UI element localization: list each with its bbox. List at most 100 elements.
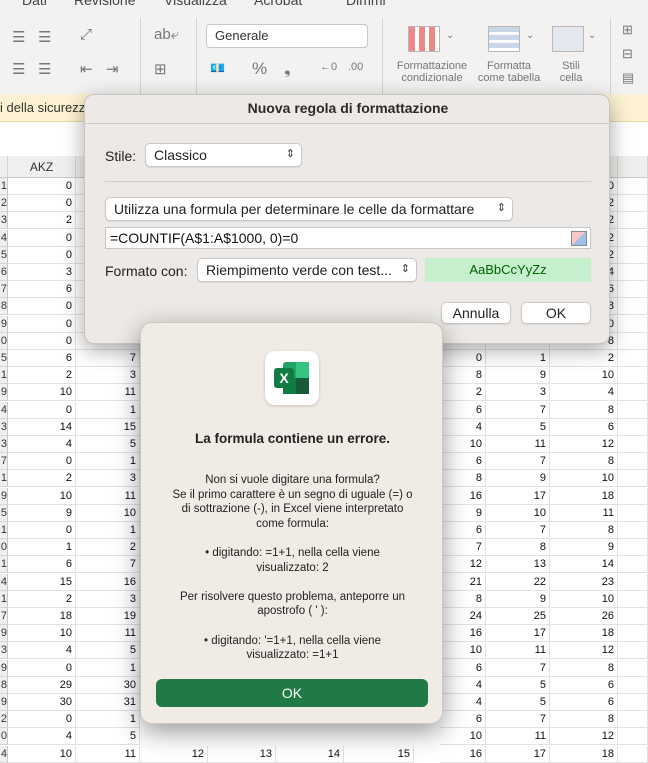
currency-icon[interactable]: 💶 [210, 61, 225, 75]
align-center-icon[interactable]: ☰ [38, 28, 51, 46]
table-cell[interactable] [618, 470, 648, 488]
table-cell[interactable]: 1 [76, 401, 140, 419]
table-cell[interactable]: 2 [8, 367, 76, 385]
table-cell[interactable]: 1 [76, 453, 140, 471]
table-cell[interactable]: 18 [550, 487, 618, 505]
menu-dimmi[interactable]: Dimmi [346, 0, 386, 8]
table-cell[interactable]: 16 [440, 487, 486, 505]
row-header[interactable]: 5 [0, 246, 8, 264]
table-cell[interactable] [618, 728, 648, 746]
format-as-table-button[interactable]: Formatta come tabella [472, 60, 546, 84]
table-cell[interactable]: 21 [440, 573, 486, 591]
row-header[interactable]: 6 [0, 264, 8, 281]
row-header[interactable]: 2 [0, 195, 8, 213]
delete-cells-icon[interactable]: ⊟ [622, 46, 633, 62]
table-cell[interactable]: 6 [550, 694, 618, 711]
table-cell[interactable]: 11 [486, 642, 550, 660]
table-cell[interactable]: 11 [486, 436, 550, 453]
row-header[interactable]: 9 [0, 384, 8, 402]
table-cell[interactable] [618, 676, 648, 694]
row-header[interactable]: 4 [0, 745, 8, 763]
table-cell[interactable]: 10 [8, 745, 76, 763]
decrease-decimal-icon[interactable]: .00 [348, 61, 363, 73]
table-cell[interactable]: 0 [8, 522, 76, 539]
table-cell[interactable]: 30 [76, 676, 140, 694]
table-cell[interactable]: 11 [76, 745, 140, 763]
table-cell[interactable]: 23 [550, 573, 618, 591]
table-cell[interactable] [618, 212, 648, 230]
table-cell[interactable]: 18 [8, 608, 76, 625]
table-cell[interactable]: 5 [76, 436, 140, 453]
table-cell[interactable] [618, 590, 648, 608]
table-cell[interactable]: 6 [440, 659, 486, 677]
table-cell[interactable]: 29 [8, 676, 76, 694]
table-cell[interactable] [618, 436, 648, 453]
row-header[interactable]: 3 [0, 212, 8, 230]
menu-acrobat[interactable]: Acrobat [254, 0, 302, 8]
table-cell[interactable] [618, 711, 648, 729]
merge-cells-icon[interactable]: ⊞ [154, 60, 167, 78]
table-cell[interactable] [618, 453, 648, 471]
table-cell[interactable]: 4 [8, 642, 76, 660]
table-cell[interactable]: 6 [550, 676, 618, 694]
table-cell[interactable]: 0 [8, 711, 76, 729]
row-header[interactable]: 5 [0, 504, 8, 522]
table-cell[interactable]: 4 [550, 384, 618, 402]
row-header[interactable]: 1 [0, 470, 8, 488]
align-right-icon[interactable]: ☰ [38, 60, 51, 78]
row-header[interactable]: 3 [0, 418, 8, 436]
table-cell[interactable]: 4 [440, 418, 486, 436]
row-header[interactable]: 7 [0, 281, 8, 299]
row-header[interactable]: 4 [0, 229, 8, 247]
align-justify-icon[interactable]: ☰ [12, 60, 25, 78]
table-cell[interactable]: 12 [550, 728, 618, 746]
table-cell[interactable]: 2 [8, 212, 76, 230]
row-header[interactable]: 3 [0, 642, 8, 660]
table-cell[interactable]: 0 [8, 659, 76, 677]
table-cell[interactable]: 5 [76, 642, 140, 660]
increase-decimal-icon[interactable]: ←0 [320, 61, 337, 73]
table-cell[interactable]: 11 [76, 625, 140, 643]
table-cell[interactable]: 7 [486, 659, 550, 677]
table-cell[interactable]: 11 [76, 487, 140, 505]
table-cell[interactable] [618, 264, 648, 281]
percent-icon[interactable]: % [252, 59, 267, 79]
table-cell[interactable]: 8 [440, 367, 486, 385]
table-cell[interactable] [618, 745, 648, 763]
row-header[interactable]: 8 [0, 676, 8, 694]
cell-styles-button[interactable]: Stili cella [548, 60, 594, 84]
table-cell[interactable]: 19 [76, 608, 140, 625]
conditional-format-button[interactable]: Formattazione condizionale [392, 60, 472, 84]
table-cell[interactable]: 1 [76, 711, 140, 729]
table-cell[interactable]: 10 [550, 470, 618, 488]
table-cell[interactable]: 6 [8, 350, 76, 367]
table-cell[interactable]: 2 [550, 350, 618, 367]
row-header[interactable]: 5 [0, 350, 8, 367]
table-cell[interactable]: 16 [440, 625, 486, 643]
table-cell[interactable] [618, 401, 648, 419]
table-cell[interactable]: 8 [550, 453, 618, 471]
table-cell[interactable]: 0 [440, 350, 486, 367]
table-cell[interactable] [618, 195, 648, 213]
wrap-text-icon[interactable]: ab⤶ [154, 26, 179, 43]
table-cell[interactable]: 14 [8, 418, 76, 436]
table-cell[interactable]: 17 [486, 625, 550, 643]
table-cell[interactable]: 10 [8, 487, 76, 505]
table-cell[interactable]: 7 [486, 522, 550, 539]
table-cell[interactable] [618, 315, 648, 333]
row-header[interactable]: 0 [0, 332, 8, 350]
indent-decrease-icon[interactable]: ⇤ [80, 60, 93, 78]
row-header[interactable]: 1 [0, 367, 8, 385]
row-header[interactable]: 1 [0, 522, 8, 539]
table-cell[interactable]: 11 [550, 504, 618, 522]
table-cell[interactable]: 5 [76, 728, 140, 746]
table-cell[interactable]: 8 [550, 711, 618, 729]
range-selector-icon[interactable] [571, 231, 587, 246]
table-cell[interactable] [618, 625, 648, 643]
table-cell[interactable]: 15 [8, 573, 76, 591]
table-cell[interactable]: 4 [440, 676, 486, 694]
table-cell[interactable]: 16 [440, 745, 486, 763]
table-cell[interactable] [618, 694, 648, 711]
table-cell[interactable]: 0 [8, 332, 76, 350]
column-header[interactable] [618, 156, 648, 178]
